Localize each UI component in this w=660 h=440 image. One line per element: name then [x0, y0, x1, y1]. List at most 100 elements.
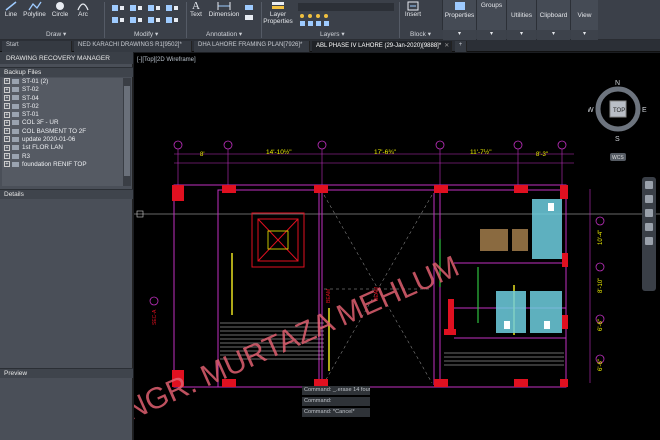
floor-plan-drawing: 8' 14'-10½" 17'-6¾" 11'-7½" 8'-3" BEAM B… — [134, 140, 660, 435]
layer-properties-button[interactable]: Layer Properties — [263, 0, 293, 25]
list-item[interactable]: + ST-01 — [2, 111, 123, 119]
drawing-canvas[interactable]: [-][Top][2D Wireframe] 8' 14'-10½" 17'-6… — [134, 53, 660, 440]
view-label: View — [577, 12, 592, 19]
line-icon — [5, 1, 17, 11]
palette-title: DRAWING RECOVERY MANAGER — [0, 52, 133, 64]
drawing-recovery-manager: DRAWING RECOVERY MANAGER Backup Files + S… — [0, 52, 133, 440]
list-item[interactable]: + ST-04 — [2, 95, 123, 103]
command-line: Command: — [302, 397, 370, 406]
tab-abl-phase-iv[interactable]: ABL PHASE IV LAHORE (29-Jan-2020)[9888]*… — [312, 41, 452, 52]
polyline-tool-label: Polyline — [23, 11, 46, 18]
pan-icon[interactable] — [645, 195, 653, 203]
svg-text:6'-6": 6'-6" — [598, 319, 604, 331]
line-tool-label: Line — [4, 11, 18, 18]
file-tab-bar: Start NED KARACHI DRAWINGS R1[9502]* DHA… — [0, 40, 660, 52]
line-tool[interactable]: Line — [2, 0, 20, 18]
text-tool-label: Text — [190, 11, 202, 18]
text-tool[interactable]: A Text — [188, 0, 204, 19]
utilities-button[interactable]: Utilities ▾ — [506, 0, 536, 40]
details-header[interactable]: Details — [0, 189, 133, 199]
insert-tool[interactable]: Insert — [402, 0, 424, 18]
groups-label: Groups — [480, 2, 503, 9]
svg-text:TOP: TOP — [613, 108, 625, 114]
command-line: Command: _.erase 14 found — [302, 386, 370, 395]
viewcube[interactable]: TOP N S E W WCS — [588, 75, 648, 175]
layer-properties-label: Layer Properties — [263, 11, 293, 25]
separator — [104, 2, 105, 38]
list-item[interactable]: + ST-02 — [2, 103, 123, 111]
showmotion-icon[interactable] — [645, 237, 653, 245]
ribbon: Line Polyline Circle Arc Draw ▾ Modify ▾… — [0, 0, 660, 40]
close-icon[interactable]: ✕ — [444, 43, 449, 49]
annotation-small-icons[interactable] — [243, 3, 257, 25]
command-line: Command: *Cancel* — [302, 408, 370, 417]
chevron-down-icon[interactable]: ▾ — [571, 30, 598, 40]
scrollbar-thumb[interactable] — [124, 86, 130, 176]
view-button[interactable]: View ▾ — [570, 0, 598, 40]
circle-tool[interactable]: Circle — [50, 0, 70, 18]
chevron-down-icon[interactable]: ▾ — [507, 30, 536, 40]
panel-block[interactable]: Block ▾ — [410, 30, 431, 38]
preview-header[interactable]: Preview — [0, 368, 133, 378]
list-item[interactable]: + ST-01 (2) — [2, 78, 123, 86]
svg-text:8'-10": 8'-10" — [598, 278, 604, 293]
svg-text:WCS: WCS — [612, 155, 624, 161]
panel-layers[interactable]: Layers ▾ — [320, 30, 345, 38]
compass-north: N — [615, 80, 620, 87]
tab-ned-karachi[interactable]: NED KARACHI DRAWINGS R1[9502]* — [74, 41, 192, 52]
tab-start[interactable]: Start — [2, 41, 72, 52]
panel-modify[interactable]: Modify ▾ — [134, 30, 158, 38]
compass-south: S — [615, 136, 620, 143]
orbit-icon[interactable] — [645, 223, 653, 231]
circle-tool-label: Circle — [51, 11, 69, 18]
new-tab-button[interactable]: + — [455, 41, 467, 52]
dimension-text: 11'-7½" — [470, 148, 492, 156]
layer-stack-icon — [272, 2, 284, 9]
list-item[interactable]: + COL BASMENT TO 2F — [2, 128, 123, 136]
backup-files-header[interactable]: Backup Files — [0, 67, 133, 77]
svg-text:6'-6": 6'-6" — [598, 359, 604, 371]
backup-list-scrollbar[interactable] — [123, 78, 131, 186]
list-item[interactable]: + R3 — [2, 153, 123, 161]
panel-annotation[interactable]: Annotation ▾ — [206, 30, 242, 38]
insert-block-icon — [407, 1, 419, 11]
polyline-icon — [27, 1, 42, 11]
chevron-down-icon[interactable]: ▾ — [477, 30, 506, 40]
dimension-text: 8'-3" — [536, 152, 548, 158]
list-item[interactable]: + COL 3F - UR — [2, 119, 123, 127]
list-item[interactable]: +1st FLOR LAN — [2, 144, 123, 152]
backup-files-list: + ST-01 (2) + ST-02 + ST-04 + ST-02 + ST-01 +… — [2, 78, 123, 186]
chevron-down-icon[interactable]: ▾ — [443, 30, 476, 40]
properties-label: Properties — [444, 12, 475, 19]
zoom-icon[interactable] — [645, 209, 653, 217]
panel-draw[interactable]: Draw ▾ — [46, 30, 66, 38]
command-history[interactable]: Command: _.erase 14 found Command: Comma… — [302, 386, 370, 419]
chevron-down-icon[interactable]: ▾ — [537, 30, 570, 40]
circle-icon — [56, 2, 64, 10]
list-item[interactable]: + ST-02 — [2, 86, 123, 94]
properties-icon — [455, 2, 465, 10]
layer-controls[interactable] — [296, 2, 396, 28]
modify-tools-icons[interactable] — [110, 3, 186, 27]
navbar-steering-wheel-icon[interactable] — [645, 181, 653, 189]
navigation-bar[interactable] — [642, 177, 656, 291]
dimension-tool-label: Dimension — [208, 11, 240, 18]
dimension-tool[interactable]: Dimension — [207, 0, 241, 18]
utilities-label: Utilities — [511, 12, 532, 19]
list-item[interactable]: + foundation RENIF TOP — [2, 161, 123, 169]
separator — [186, 2, 187, 38]
separator — [399, 2, 400, 38]
details-panel — [2, 200, 131, 368]
arc-tool-label: Arc — [78, 11, 88, 18]
list-item[interactable]: + update 2020-01-06 — [2, 136, 123, 144]
groups-button[interactable]: Groups ▾ — [476, 0, 506, 40]
polyline-tool[interactable]: Polyline — [21, 0, 48, 18]
dimension-text: 8' — [200, 152, 204, 158]
clipboard-button[interactable]: Clipboard ▾ — [536, 0, 570, 40]
properties-button[interactable]: Properties ▾ — [442, 0, 476, 40]
tab-dha-lahore[interactable]: DHA LAHORE FRAMING PLAN[7926]* — [194, 41, 310, 52]
svg-text:BEAM: BEAM — [326, 289, 332, 303]
arc-tool[interactable]: Arc — [74, 0, 92, 18]
dimension-text: 17'-6¾" — [374, 149, 397, 156]
compass-west: W — [588, 107, 594, 114]
